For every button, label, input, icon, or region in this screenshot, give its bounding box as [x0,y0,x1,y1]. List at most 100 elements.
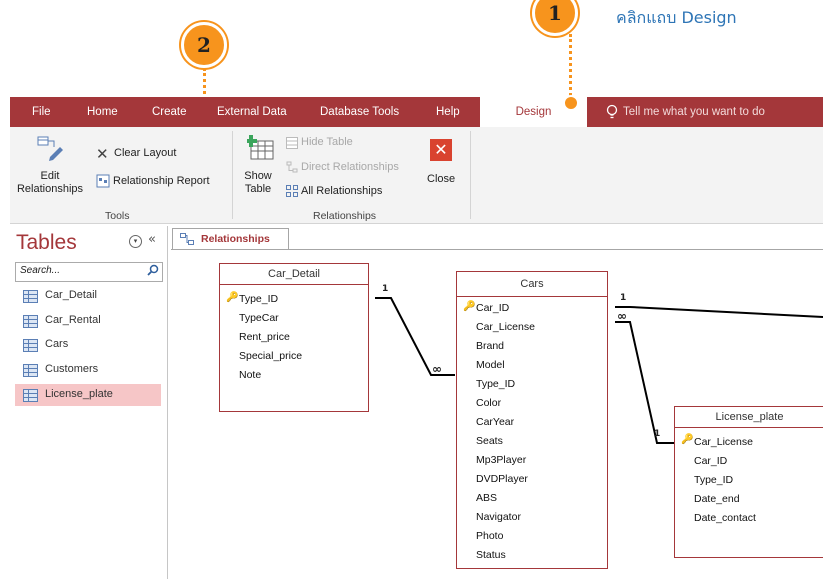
table-field: Car_License [694,436,753,448]
tab-help[interactable]: Help [436,97,460,127]
callout-text-1: คลิกแถบ Design [616,8,737,27]
table-field: Car_ID [694,455,728,467]
rel-many-label: ∞ [617,309,627,323]
search-input[interactable]: Search... [15,262,163,282]
table-field: CarYear [476,416,515,428]
nav-item-customers[interactable]: Customers [15,359,161,381]
tab-database-tools[interactable]: Database Tools [320,97,399,127]
callout-number-2: 2 [197,33,211,57]
edit-relationships-button[interactable]: Edit Relationships [14,170,86,196]
table-field: Date_end [694,493,740,505]
show-table-icon [245,135,277,166]
callout-badge-2: 2 [181,22,227,68]
nav-item-label: Car_Rental [45,314,101,326]
table-title: Car_Detail [220,264,368,285]
table-cars[interactable]: Cars 🔑 Car_ID Car_License Brand Model Ty… [456,271,608,569]
table-icon [23,339,38,352]
table-field: Status [476,549,506,561]
relationship-report-button[interactable]: Relationship Report [113,175,210,187]
nav-item-cars[interactable]: Cars [15,334,161,356]
nav-item-car-detail[interactable]: Car_Detail [15,285,161,307]
table-icon [23,364,38,377]
table-license-plate[interactable]: License_plate 🔑 Car_License Car_ID Type_… [674,406,823,558]
table-field: Photo [476,530,504,542]
callout-badge-1: 1 [532,0,578,36]
table-field: Color [476,397,502,409]
rel-one-label: 1 [620,293,627,303]
table-field: DVDPlayer [476,473,528,485]
ribbon-separator-end [470,131,471,219]
callout-number-1: 1 [548,1,562,25]
collapse-pane-icon[interactable]: « [148,232,156,247]
ribbon: Edit Relationships ✕ Clear Layout Relati… [10,127,823,224]
table-field: Seats [476,435,503,447]
table-field: TypeCar [239,312,279,324]
rel-one-label: 1 [654,429,661,439]
nav-item-car-rental[interactable]: Car_Rental [15,310,161,332]
table-field: Type_ID [694,474,734,486]
all-relationships-icon [286,185,298,200]
callout-dot-1 [563,95,579,111]
table-field: Date_contact [694,512,756,524]
tools-group-label: Tools [105,210,130,222]
clear-layout-icon: ✕ [96,145,109,163]
table-title: License_plate [675,407,823,428]
tell-me-input[interactable]: Tell me what you want to do [623,97,765,127]
primary-key-icon: 🔑 [681,434,694,445]
table-field: Car_License [476,321,535,333]
table-icon [23,315,38,328]
table-field: ABS [476,492,498,504]
nav-item-label: Cars [45,338,69,350]
table-car-detail[interactable]: Car_Detail 🔑 Type_ID TypeCar Rent_price … [219,263,369,412]
close-button[interactable]: Close [427,173,455,185]
table-field: Note [239,369,262,381]
navigation-pane: Tables ▾ « Search... Car_Detail Car_Rent… [10,226,168,579]
direct-relationships-icon [286,161,298,176]
tab-file[interactable]: File [32,97,51,127]
close-icon: ✕ [430,139,452,161]
table-field: Brand [476,340,505,352]
search-placeholder: Search... [20,265,61,276]
all-relationships-button[interactable]: All Relationships [301,185,382,197]
search-icon[interactable] [147,264,159,279]
ribbon-separator [232,131,233,219]
edit-relationships-icon [36,135,66,164]
nav-item-label: License_plate [45,388,113,400]
table-icon [23,290,38,303]
table-title: Cars [457,272,607,297]
table-field: Rent_price [239,331,290,343]
show-table-label: Show Table [244,170,272,195]
primary-key-icon: 🔑 [226,292,239,303]
rel-one-label: 1 [382,284,389,294]
show-table-button[interactable]: Show Table [238,170,278,196]
nav-item-label: Car_Detail [45,289,97,301]
tab-home[interactable]: Home [87,97,118,127]
clear-layout-button[interactable]: Clear Layout [114,147,176,159]
document-tab-label: Relationships [201,233,270,245]
table-field: Navigator [476,511,521,523]
relationship-report-icon [96,174,110,191]
table-icon [23,389,38,402]
nav-title: Tables [16,231,77,254]
lightbulb-icon [605,104,621,120]
primary-key-icon: 🔑 [463,301,476,312]
hide-table-button[interactable]: Hide Table [301,136,353,148]
nav-item-license-plate[interactable]: License_plate [15,384,161,406]
hide-table-icon [286,137,298,152]
tab-external-data[interactable]: External Data [217,97,287,127]
table-field: Mp3Player [476,454,527,466]
tab-create[interactable]: Create [152,97,187,127]
table-field: Type_ID [239,293,279,305]
table-field: Special_price [239,350,303,362]
relationships-group-label: Relationships [313,210,377,222]
document-tab-relationships[interactable]: Relationships [172,228,289,251]
table-field: Car_ID [476,302,510,314]
direct-relationships-button[interactable]: Direct Relationships [301,161,399,173]
rel-many-label: ∞ [432,362,442,376]
table-field: Model [476,359,505,371]
relationships-tab-icon [180,233,194,248]
nav-menu-icon[interactable]: ▾ [129,235,142,248]
nav-item-label: Customers [45,363,99,375]
table-field: Type_ID [476,378,516,390]
edit-relationships-label: Edit Relationships [16,170,84,195]
